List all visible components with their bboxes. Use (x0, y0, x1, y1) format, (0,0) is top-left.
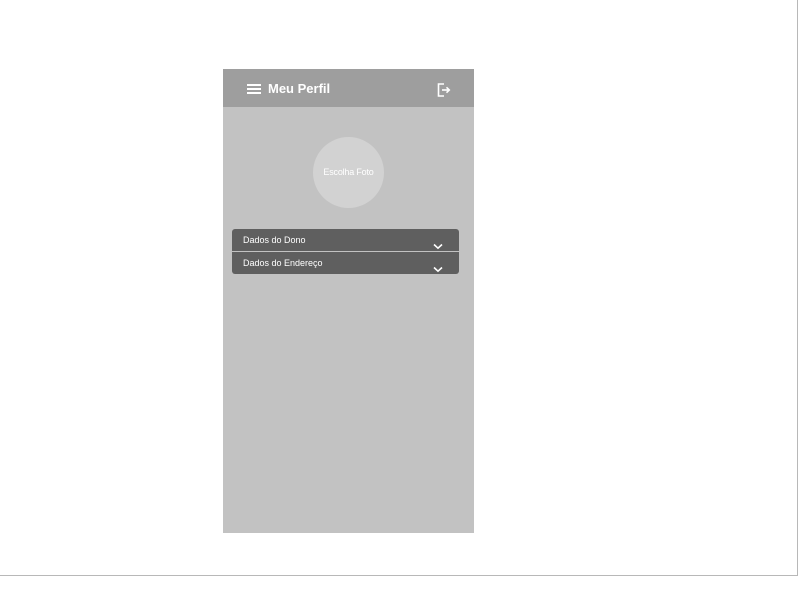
accordion-address-data[interactable]: Dados do Endereço (232, 252, 459, 274)
page-title: Meu Perfil (268, 81, 331, 96)
logout-icon[interactable] (435, 81, 453, 99)
design-canvas: Meu Perfil Escolha Foto Dados do Dono Da… (0, 0, 798, 576)
accordion-owner-label: Dados do Dono (243, 235, 306, 245)
profile-photo-picker[interactable]: Escolha Foto (313, 137, 384, 208)
mobile-screen: Meu Perfil Escolha Foto Dados do Dono Da… (223, 69, 474, 533)
chevron-down-icon (433, 237, 443, 250)
chevron-down-icon (433, 260, 443, 273)
accordion-owner-data[interactable]: Dados do Dono (232, 229, 459, 251)
hamburger-menu-icon[interactable] (247, 84, 261, 95)
app-header: Meu Perfil (223, 69, 474, 107)
photo-picker-label: Escolha Foto (323, 167, 374, 177)
accordion-address-label: Dados do Endereço (243, 258, 323, 268)
